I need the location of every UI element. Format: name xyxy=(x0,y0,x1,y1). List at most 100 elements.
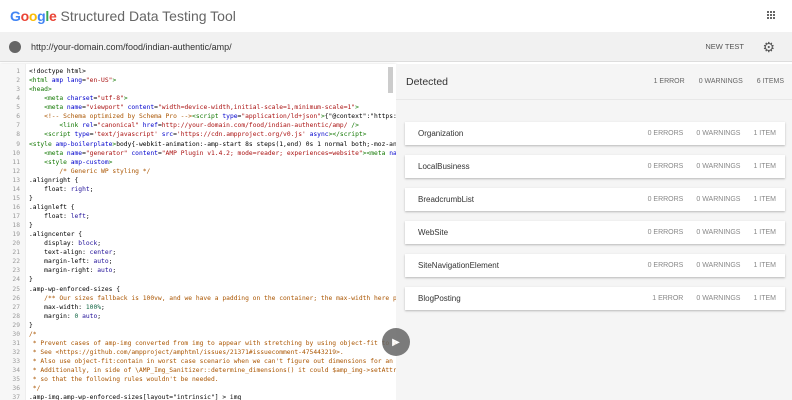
code-line: 7 <link rel="canonical" href=http://your… xyxy=(0,121,396,130)
run-test-button[interactable]: ▶ xyxy=(382,328,410,356)
code-line: 33 * Also use object-fit:contain in wors… xyxy=(0,357,396,366)
result-card-sitenavigationelement[interactable]: SiteNavigationElement 0 ERRORS 0 WARNINGS 1… xyxy=(405,254,785,277)
code-token: <script xyxy=(44,131,75,139)
code-token: float: xyxy=(29,213,71,220)
code-line: 3 <head> xyxy=(0,85,396,94)
line-number: 29 xyxy=(12,321,20,329)
line-number: 37 xyxy=(12,394,20,400)
line-text: * so that the following rules wouldn't b… xyxy=(20,375,219,384)
code-token: <html xyxy=(29,77,52,85)
code-token: "canonical" xyxy=(97,122,139,130)
code-token: <!doctype html> xyxy=(29,68,86,75)
code-lines[interactable]: 1 <!doctype html> 2 <html amp lang="en-US">… xyxy=(0,67,396,400)
code-line: 6 <!-- Schema optimized by Schema Pro --… xyxy=(0,112,396,121)
line-number: 27 xyxy=(12,303,20,311)
line-text: } xyxy=(20,275,33,284)
line-number: 10 xyxy=(12,149,20,157)
line-text: .amp-img.amp-wp-enforced-sizes[layout="i… xyxy=(20,393,241,400)
line-number: 21 xyxy=(12,249,20,257)
new-test-button[interactable]: NEW TEST xyxy=(705,42,744,51)
code-line: 27 max-width: 100%; xyxy=(0,303,396,312)
logo-letter: G xyxy=(10,8,21,24)
code-token: charset xyxy=(66,95,94,103)
code-line: 12 /* Generic WP styling */ xyxy=(0,167,396,176)
code-token: {"@context":"https:\/\/ xyxy=(324,113,396,121)
code-line: 34 * Additionally, in side of \AMP_Img_S… xyxy=(0,366,396,375)
line-number: 30 xyxy=(12,330,20,338)
card-type: WebSite xyxy=(418,228,449,237)
card-warnings: 0 WARNINGS xyxy=(696,229,741,236)
code-token: <style xyxy=(44,158,71,166)
line-number: 32 xyxy=(12,348,20,356)
code-line: 10 <meta name="generator" content="AMP P… xyxy=(0,149,396,158)
gear-icon[interactable]: ⚙ xyxy=(762,40,775,54)
google-logo[interactable]: Google xyxy=(10,8,57,24)
line-number: 13 xyxy=(12,176,20,184)
code-token: ; xyxy=(97,240,102,248)
code-line: 28 margin: 0 auto; xyxy=(0,312,396,321)
code-token: <link xyxy=(59,122,83,130)
result-card-blogposting[interactable]: BlogPosting 1 ERROR 0 WARNINGS 1 ITEM xyxy=(405,287,785,310)
code-line: 26 /** Our sizes fallback is 100vw, and … xyxy=(0,294,396,303)
card-type: BreadcrumbList xyxy=(418,195,475,204)
result-card-website[interactable]: WebSite 0 ERRORS 0 WARNINGS 1 ITEM xyxy=(405,221,785,244)
card-type: LocalBusiness xyxy=(418,162,470,171)
code-token: amp xyxy=(51,77,64,85)
card-type: BlogPosting xyxy=(418,294,461,303)
code-token: } xyxy=(29,222,33,230)
code-token: ; xyxy=(85,213,90,220)
code-token: float: xyxy=(29,185,71,193)
code-token: right xyxy=(70,185,90,193)
line-text: <!doctype html> xyxy=(20,67,86,76)
line-number: 20 xyxy=(12,240,20,248)
code-token: ; xyxy=(112,267,117,275)
line-number: 12 xyxy=(12,167,20,175)
code-editor[interactable]: 1 <!doctype html> 2 <html amp lang="en-US">… xyxy=(0,64,396,400)
card-type: SiteNavigationElement xyxy=(418,261,499,270)
line-number: 5 xyxy=(16,104,20,112)
code-token: "utf-8" xyxy=(97,95,124,103)
code-line: 11 <style amp-custom> xyxy=(0,158,396,167)
line-text: /* Generic WP styling */ xyxy=(20,167,150,176)
line-number: 4 xyxy=(16,95,20,103)
line-text: <script type='text/javascript' src='http… xyxy=(20,130,366,139)
code-token: /** Our sizes fallback is 100vw, and we … xyxy=(44,294,396,302)
result-card-localbusiness[interactable]: LocalBusiness 0 ERRORS 0 WARNINGS 1 ITEM xyxy=(405,155,785,178)
line-text: .alignright { xyxy=(20,176,78,185)
code-token: left xyxy=(70,213,86,220)
code-token: > xyxy=(355,104,359,112)
line-text: * Additionally, in side of \AMP_Img_Sani… xyxy=(20,366,396,375)
logo-letter: o xyxy=(28,8,38,24)
code-token: "viewport" xyxy=(85,104,124,112)
line-text: float: left; xyxy=(20,212,90,221)
line-text: } xyxy=(20,321,33,330)
app-title: Structured Data Testing Tool xyxy=(60,8,236,24)
code-token: 'text/javascript' xyxy=(93,131,158,139)
code-token: } xyxy=(29,321,33,329)
results-panel: Detected 1 ERROR 0 WARNINGS 6 ITEMS Orga… xyxy=(396,64,792,400)
code-token: amp-custom xyxy=(70,158,109,166)
line-number: 23 xyxy=(12,267,20,275)
line-number: 11 xyxy=(12,158,20,166)
line-text: <!-- Schema optimized by Schema Pro --><… xyxy=(20,112,396,121)
line-number: 24 xyxy=(12,276,20,284)
code-token: .alignright { xyxy=(29,176,79,184)
line-number: 36 xyxy=(12,385,20,393)
result-card-breadcrumblist[interactable]: BreadcrumbList 0 ERRORS 0 WARNINGS 1 ITEM xyxy=(405,188,785,211)
code-line: 5 <meta name="viewport" content="width=d… xyxy=(0,103,396,112)
result-card-organization[interactable]: Organization 0 ERRORS 0 WARNINGS 1 ITEM xyxy=(405,122,785,145)
line-number: 26 xyxy=(12,294,20,302)
code-token: auto xyxy=(78,312,98,320)
card-items: 1 ITEM xyxy=(753,295,776,302)
line-text: float: right; xyxy=(20,185,93,194)
scrollbar[interactable] xyxy=(388,67,393,93)
code-token: <script xyxy=(192,113,223,121)
apps-grid-icon[interactable] xyxy=(767,11,776,20)
code-token: margin: xyxy=(29,312,75,320)
card-errors: 0 ERRORS xyxy=(647,229,684,236)
card-warnings: 0 WARNINGS xyxy=(696,295,741,302)
line-text: <style amp-boilerplate>body{-webkit-anim… xyxy=(20,140,396,149)
